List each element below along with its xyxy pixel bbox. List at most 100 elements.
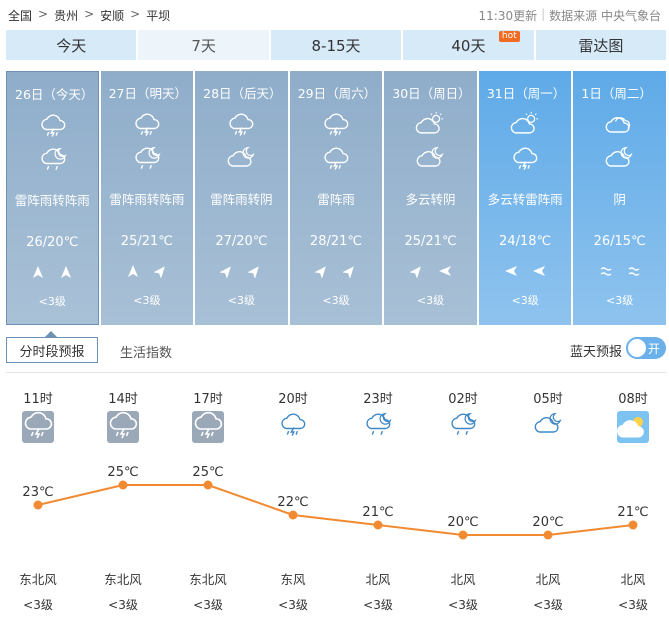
day-card[interactable]: 30日（周日） 多云转阴 25/21℃ <3级 bbox=[384, 71, 477, 325]
tab-hourly-forecast[interactable]: 分时段预报 bbox=[6, 331, 98, 363]
thunder-shower-icon bbox=[320, 145, 352, 173]
day-condition: 雷阵雨转阵雨 bbox=[14, 193, 90, 208]
wind-direction-icons bbox=[479, 263, 572, 282]
day-condition: 阴 bbox=[613, 192, 626, 207]
wind-arrow-icon bbox=[314, 263, 329, 282]
temperature-point bbox=[118, 480, 128, 490]
day-date: 1日（周二） bbox=[581, 86, 652, 101]
update-time: 11:30更新 bbox=[478, 9, 538, 23]
wind-direction-icons bbox=[101, 263, 194, 282]
tab-radar[interactable]: 雷达图 bbox=[535, 30, 667, 60]
day-temperature: 26/15℃ bbox=[593, 234, 646, 249]
day-card[interactable]: 26日（今天） 雷阵雨转阵雨 26/20℃ <3级 bbox=[6, 71, 99, 325]
wind-arrow-icon bbox=[153, 263, 168, 282]
day-temperature: 26/20℃ bbox=[26, 235, 79, 250]
day-date: 31日（周一） bbox=[486, 86, 566, 101]
wind-level: <3级 bbox=[322, 294, 350, 307]
day-temperature: 28/21℃ bbox=[309, 234, 362, 249]
hot-badge: hot bbox=[498, 31, 520, 42]
breadcrumb-item[interactable]: 贵州 bbox=[54, 7, 78, 24]
day-temperature: 27/20℃ bbox=[215, 234, 268, 249]
top-bar: 全国 > 贵州 > 安顺 > 平坝 11:30更新 | 数据来源 中央气象台 bbox=[0, 0, 669, 28]
day-card[interactable]: 27日（明天） 雷阵雨转阵雨 25/21℃ <3级 bbox=[100, 71, 194, 325]
wind-arrow-icon bbox=[126, 263, 140, 282]
tab-40day[interactable]: 40天 hot bbox=[403, 30, 534, 60]
day-card[interactable]: 1日（周二） 阴 26/15℃ <3级 bbox=[573, 71, 666, 325]
day-date: 29日（周六） bbox=[297, 86, 377, 101]
wind-level: <3级 bbox=[38, 295, 66, 308]
breadcrumb-separator: > bbox=[38, 7, 49, 21]
breadcrumb-item[interactable]: 安顺 bbox=[100, 7, 124, 24]
cloudy-night-icon bbox=[603, 145, 635, 173]
temperature-label: 22℃ bbox=[277, 495, 308, 510]
temperature-point bbox=[373, 520, 383, 530]
thunder-shower-icon bbox=[320, 111, 352, 139]
wind-direction-icons bbox=[290, 263, 383, 282]
wind-arrow-icon bbox=[220, 263, 234, 282]
temperature-label: 20℃ bbox=[532, 515, 563, 530]
temperature-point bbox=[33, 500, 43, 510]
wind-arrow-icon bbox=[342, 263, 357, 282]
wind-level: <3级 bbox=[416, 294, 445, 307]
tab-7day[interactable]: 7天 bbox=[138, 30, 269, 60]
day-temperature: 25/21℃ bbox=[120, 234, 173, 249]
thunder-shower-icon bbox=[225, 111, 257, 139]
wind-direction-icons bbox=[573, 263, 666, 282]
day-card[interactable]: 31日（周一） 多云转雷阵雨 24/18℃ <3级 bbox=[478, 71, 572, 325]
wind-direction-icons bbox=[195, 263, 288, 282]
shower-night-icon bbox=[131, 145, 163, 173]
temperature-label: 21℃ bbox=[362, 505, 393, 520]
tab-8-15day[interactable]: 8-15天 bbox=[270, 30, 402, 60]
day-condition: 多云转阴 bbox=[405, 192, 456, 207]
day-temperature: 25/21℃ bbox=[404, 234, 457, 249]
partly-cloudy-icon bbox=[509, 111, 541, 139]
wind-direction-icons bbox=[384, 263, 477, 282]
day-date: 30日（周日） bbox=[392, 86, 471, 101]
update-meta: 11:30更新 | 数据来源 中央气象台 bbox=[478, 7, 661, 23]
wind-arrow-icon bbox=[599, 263, 613, 282]
temperature-point bbox=[288, 510, 298, 520]
wind-level: <3级 bbox=[511, 294, 539, 307]
day-temperature: 24/18℃ bbox=[499, 234, 552, 249]
temperature-point bbox=[203, 480, 213, 490]
forecast-tabs: 今天 7天 8-15天 40天 hot 雷达图 bbox=[6, 30, 667, 60]
day-card[interactable]: 29日（周六） 雷阵雨 28/21℃ <3级 bbox=[289, 71, 383, 325]
temperature-point bbox=[458, 530, 468, 540]
overcast-icon bbox=[603, 111, 635, 139]
temperature-point bbox=[628, 520, 638, 530]
temperature-label: 20℃ bbox=[447, 515, 478, 530]
day-condition: 雷阵雨转阵雨 bbox=[109, 192, 185, 207]
breadcrumb-separator: > bbox=[130, 7, 141, 21]
breadcrumb-item[interactable]: 全国 bbox=[8, 7, 32, 24]
shower-night-icon bbox=[37, 146, 69, 174]
day-date: 27日（明天） bbox=[108, 86, 187, 101]
wind-arrow-icon bbox=[504, 263, 518, 282]
day-condition: 多云转雷阵雨 bbox=[487, 192, 563, 207]
day-card[interactable]: 28日（后天） 雷阵雨转阴 27/20℃ <3级 bbox=[195, 71, 288, 325]
wind-level: <3级 bbox=[606, 294, 634, 307]
day-condition: 雷阵雨 bbox=[317, 192, 355, 207]
wind-arrow-icon bbox=[59, 264, 73, 283]
temperature-point bbox=[543, 530, 553, 540]
temperature-label: 21℃ bbox=[617, 505, 648, 520]
thunder-shower-icon bbox=[131, 111, 163, 139]
wind-arrow-icon bbox=[409, 263, 424, 282]
breadcrumb-item[interactable]: 平坝 bbox=[146, 7, 170, 24]
breadcrumb: 全国 > 贵州 > 安顺 > 平坝 bbox=[8, 7, 170, 24]
thunder-shower-icon bbox=[509, 145, 541, 173]
partly-cloudy-icon bbox=[414, 111, 446, 139]
breadcrumb-separator: > bbox=[84, 7, 95, 21]
toggle-label: 开 bbox=[647, 342, 660, 356]
temperature-label: 23℃ bbox=[22, 485, 53, 500]
temperature-label: 25℃ bbox=[192, 465, 223, 480]
tab-today[interactable]: 今天 bbox=[6, 30, 137, 60]
wind-arrow-icon bbox=[248, 263, 262, 282]
divider bbox=[6, 372, 666, 373]
tab-life-index[interactable]: 生活指数 bbox=[120, 342, 172, 361]
cloudy-night-icon bbox=[414, 145, 446, 173]
wind-arrow-icon bbox=[31, 264, 45, 283]
blue-sky-toggle[interactable]: 开 bbox=[626, 337, 666, 359]
data-source: 数据来源 中央气象台 bbox=[549, 9, 661, 23]
day-date: 28日（后天） bbox=[203, 86, 282, 101]
hourly-forecast: 11时 东北风 <3级 14时 东北风 <3级 17时 东北风 <3级 20时 东风 <3级 2… bbox=[0, 388, 669, 628]
